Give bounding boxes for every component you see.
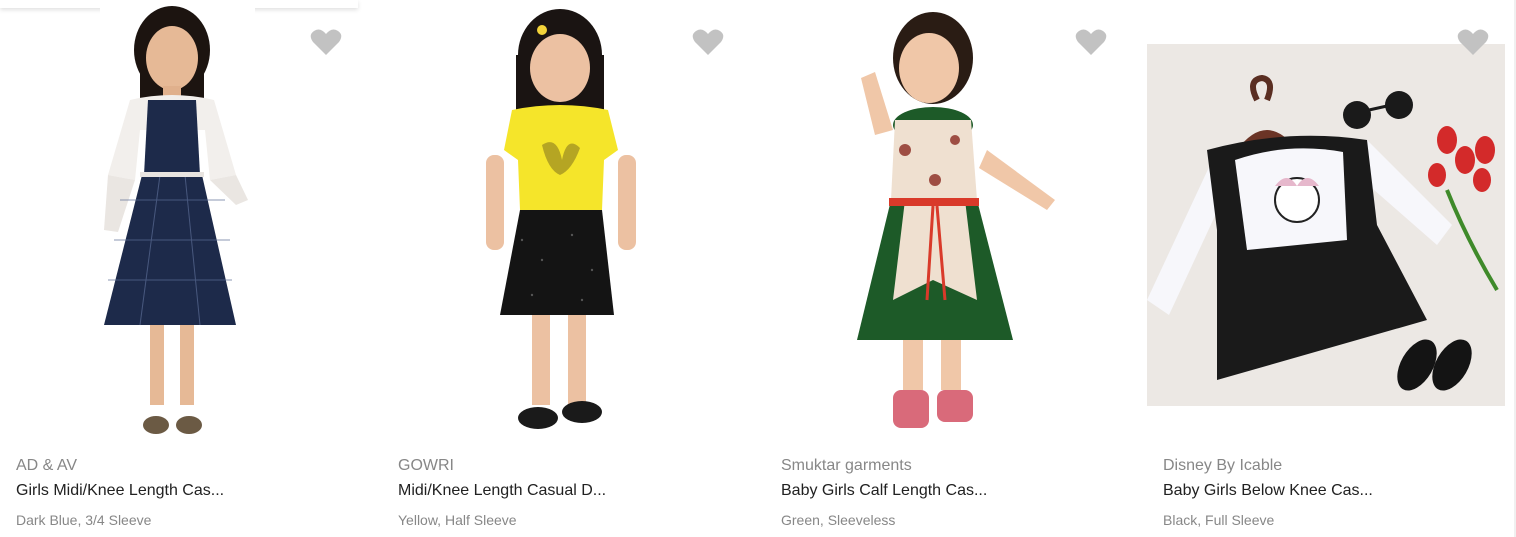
product-card[interactable]: AD & AV Girls Midi/Knee Length Cas... Da… [0, 0, 382, 537]
product-card[interactable]: Disney By Icable Baby Girls Below Knee C… [1147, 0, 1516, 537]
product-title[interactable]: Baby Girls Calf Length Cas... [781, 482, 1011, 500]
product-card[interactable]: Smuktar garments Baby Girls Calf Length … [765, 0, 1147, 537]
product-brand: AD & AV [16, 457, 78, 474]
heart-icon [1457, 29, 1489, 55]
product-title[interactable]: Midi/Knee Length Casual D... [398, 482, 628, 500]
product-brand: Disney By Icable [1163, 457, 1283, 474]
product-brand: Smuktar garments [781, 457, 912, 474]
product-image[interactable] [765, 0, 1147, 445]
product-variant: Yellow, Half Sleeve [398, 512, 517, 528]
product-grid: AD & AV Girls Midi/Knee Length Cas... Da… [0, 0, 1516, 537]
product-title[interactable]: Girls Midi/Knee Length Cas... [16, 482, 246, 500]
product-card[interactable]: GOWRI Midi/Knee Length Casual D... Yello… [382, 0, 764, 537]
heart-icon [692, 29, 724, 55]
heart-icon [1075, 29, 1107, 55]
wishlist-button[interactable] [1455, 26, 1491, 58]
product-image[interactable] [0, 0, 382, 445]
product-brand: GOWRI [398, 457, 454, 474]
product-image[interactable] [1147, 0, 1516, 445]
product-variant: Green, Sleeveless [781, 512, 896, 528]
wishlist-button[interactable] [308, 26, 344, 58]
product-title[interactable]: Baby Girls Below Knee Cas... [1163, 482, 1393, 500]
product-variant: Dark Blue, 3/4 Sleeve [16, 512, 152, 528]
wishlist-button[interactable] [690, 26, 726, 58]
heart-icon [310, 29, 342, 55]
product-image[interactable] [382, 0, 764, 445]
product-variant: Black, Full Sleeve [1163, 512, 1275, 528]
wishlist-button[interactable] [1073, 26, 1109, 58]
